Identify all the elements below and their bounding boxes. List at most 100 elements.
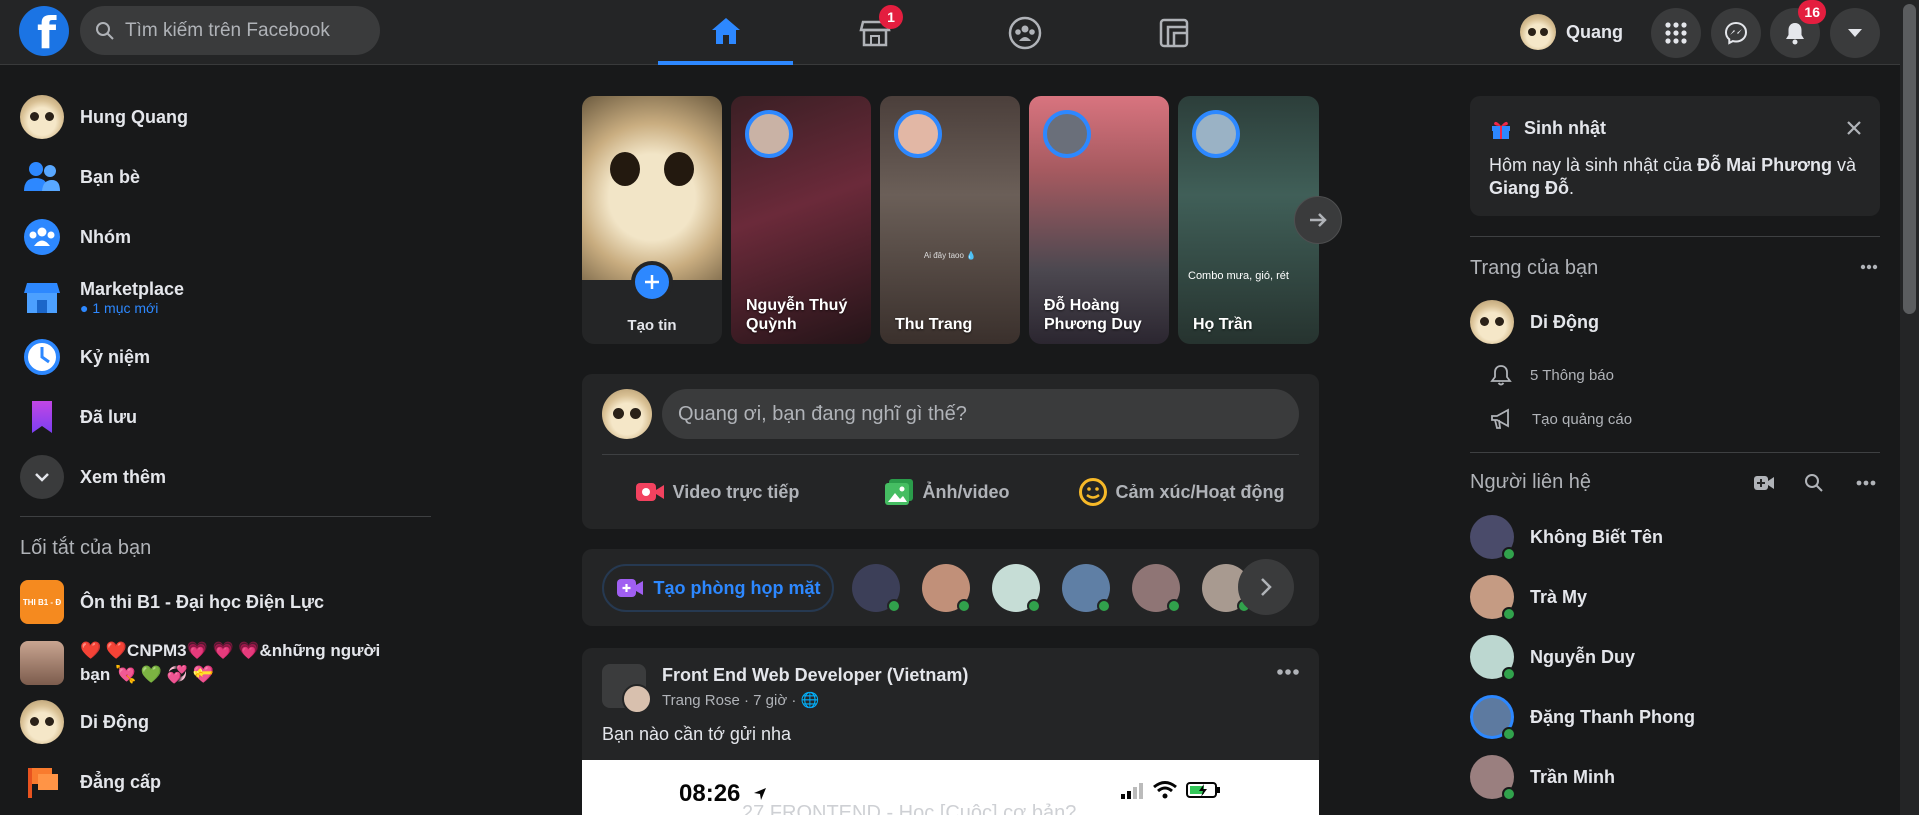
sidebar-item-label: Marketplace bbox=[80, 278, 185, 299]
shortcut-item[interactable]: ❤️ ❤️CNPM3💗 💗 💗&những người bạn 💘 💚 💞 💝 bbox=[10, 633, 430, 693]
new-room-icon[interactable] bbox=[1753, 475, 1775, 491]
photo-icon bbox=[885, 479, 914, 505]
search-input[interactable] bbox=[125, 6, 365, 55]
contact-item[interactable]: Trà My bbox=[1470, 572, 1587, 622]
story-card[interactable]: Nguyễn Thuý Quỳnh bbox=[731, 96, 871, 344]
stories-next-button[interactable] bbox=[1294, 196, 1342, 244]
post-text: Bạn nào cần tớ gửi nha bbox=[602, 724, 791, 744]
grid-menu-icon bbox=[1665, 22, 1687, 44]
feeling-activity-button[interactable]: Cảm xúc/Hoạt động bbox=[1062, 468, 1302, 516]
page-notifications-link[interactable]: 5 Thông báo bbox=[1490, 360, 1614, 390]
online-indicator bbox=[1167, 599, 1181, 613]
sidebar-item-saved[interactable]: Đã lưu bbox=[10, 388, 430, 446]
post-meta: Trang Rose · 7 giờ · 🌐 bbox=[662, 692, 820, 709]
room-contact-avatar[interactable] bbox=[922, 564, 971, 613]
story-avatar bbox=[1043, 110, 1091, 158]
author-avatar[interactable] bbox=[622, 684, 652, 714]
more-options-icon[interactable] bbox=[1856, 480, 1876, 486]
photo-video-label: Ảnh/video bbox=[922, 481, 1010, 502]
contact-name: Trần Minh bbox=[1530, 766, 1615, 787]
shortcut-item[interactable]: THI B1 - Đ Ôn thi B1 - Đại học Điện Lực bbox=[10, 573, 430, 631]
feeling-activity-label: Cảm xúc/Hoạt động bbox=[1115, 481, 1285, 502]
contact-item[interactable]: Đặng Thanh Phong bbox=[1470, 692, 1695, 742]
contact-item[interactable]: Trần Minh bbox=[1470, 752, 1615, 802]
shortcut-label: Di Động bbox=[80, 711, 149, 732]
contact-name: Đặng Thanh Phong bbox=[1530, 706, 1695, 727]
create-story-label: Tạo tin bbox=[627, 317, 677, 334]
live-video-label: Video trực tiếp bbox=[672, 481, 800, 502]
search-box[interactable] bbox=[80, 6, 380, 55]
sidebar-item-marketplace[interactable]: Marketplace ● 1 mục mới bbox=[10, 268, 430, 326]
birthday-title: Sinh nhật bbox=[1524, 118, 1606, 138]
post-composer: Video trực tiếp Ảnh/video Cảm xúc/Hoạt đ… bbox=[582, 374, 1319, 529]
composer-input[interactable] bbox=[662, 389, 1299, 439]
rooms-next-button[interactable] bbox=[1238, 559, 1294, 615]
create-story-photo bbox=[582, 96, 722, 280]
page-notifications-label: 5 Thông báo bbox=[1530, 366, 1614, 384]
facebook-logo[interactable]: f bbox=[19, 6, 69, 59]
chevron-down-icon bbox=[35, 473, 49, 482]
contact-item[interactable]: Không Biết Tên bbox=[1470, 512, 1663, 562]
more-options-icon[interactable] bbox=[1276, 668, 1300, 676]
profile-name: Quang bbox=[1566, 21, 1623, 42]
tab-groups[interactable] bbox=[957, 0, 1092, 65]
story-card[interactable]: Ai đây taoo 💧 Thu Trang bbox=[880, 96, 1020, 344]
tab-gaming[interactable] bbox=[1106, 0, 1241, 65]
add-story-button[interactable] bbox=[631, 261, 673, 303]
shortcut-item[interactable]: Di Động bbox=[10, 693, 430, 751]
story-avatar bbox=[745, 110, 793, 158]
shortcut-thumbnail-text: THI B1 - Đ bbox=[22, 597, 62, 607]
memories-icon bbox=[24, 339, 60, 375]
your-pages-title: Trang của bạn bbox=[1470, 257, 1599, 279]
contact-item[interactable]: Nguyễn Duy bbox=[1470, 632, 1635, 682]
sidebar-item-friends[interactable]: Bạn bè bbox=[10, 148, 430, 206]
sidebar-item-memories[interactable]: Kỷ niệm bbox=[10, 328, 430, 386]
sidebar-item-groups[interactable]: Nhóm bbox=[10, 208, 430, 266]
composer-divider bbox=[602, 454, 1299, 455]
sidebar-item-label: Xem thêm bbox=[80, 466, 167, 487]
flag-icon bbox=[28, 768, 58, 798]
search-contacts-icon[interactable] bbox=[1804, 473, 1824, 493]
story-card[interactable]: Đỗ Hoàng Phương Duy bbox=[1029, 96, 1169, 344]
post-image[interactable]: 08:26 27 FRONTEND - Học [Cuộc] cơ bản? bbox=[582, 760, 1319, 815]
logo-letter: f bbox=[37, 8, 57, 59]
create-room-button[interactable]: Tạo phòng họp mặt bbox=[602, 564, 834, 612]
tab-home[interactable] bbox=[658, 0, 793, 65]
room-contact-avatar[interactable] bbox=[1132, 564, 1181, 613]
messenger-button[interactable] bbox=[1711, 8, 1761, 58]
sidebar-item-see-more[interactable]: Xem thêm bbox=[10, 448, 430, 506]
tab-marketplace[interactable]: 1 bbox=[807, 0, 942, 65]
marketplace-sub-label: 1 mục mới bbox=[92, 299, 159, 316]
create-ad-link[interactable]: Tạo quảng cáo bbox=[1490, 404, 1632, 434]
create-story-card[interactable]: Tạo tin bbox=[582, 96, 722, 344]
shortcut-label: ❤️ ❤️CNPM3💗 💗 💗&những người bạn 💘 💚 💞 💝 bbox=[80, 641, 381, 684]
bell-outline-icon bbox=[1490, 365, 1512, 386]
more-options-icon[interactable] bbox=[1860, 264, 1878, 270]
shortcut-item[interactable]: Đẳng cấp bbox=[10, 753, 430, 811]
location-arrow-icon bbox=[754, 788, 766, 800]
birthday-text-suffix: . bbox=[1569, 178, 1575, 198]
story-caption: Ai đây taoo 💧 bbox=[923, 251, 977, 260]
close-birthday-button[interactable] bbox=[1846, 120, 1862, 141]
sidebar-item-profile[interactable]: Hung Quang bbox=[10, 88, 430, 146]
page-scrollbar[interactable] bbox=[1900, 0, 1919, 815]
video-plus-icon bbox=[616, 579, 643, 597]
contact-name: Trà My bbox=[1530, 586, 1588, 607]
menu-button[interactable] bbox=[1651, 8, 1701, 58]
account-menu-button[interactable] bbox=[1830, 8, 1880, 58]
notifications-button[interactable]: 16 bbox=[1770, 0, 1826, 58]
story-author: Đỗ Hoàng Phương Duy bbox=[1044, 297, 1142, 333]
room-contact-avatar[interactable] bbox=[852, 564, 901, 613]
scrollbar-thumb[interactable] bbox=[1903, 4, 1916, 314]
birthday-person-1[interactable]: Đỗ Mai Phương bbox=[1697, 155, 1832, 175]
photo-video-button[interactable]: Ảnh/video bbox=[832, 468, 1062, 516]
online-indicator bbox=[957, 599, 971, 613]
profile-chip[interactable]: Quang bbox=[1520, 10, 1623, 54]
page-item[interactable]: Di Động bbox=[1470, 297, 1599, 347]
live-video-button[interactable]: Video trực tiếp bbox=[602, 468, 832, 516]
room-contact-avatar[interactable] bbox=[1062, 564, 1111, 613]
post-group-name[interactable]: Front End Web Developer (Vietnam) bbox=[662, 665, 968, 686]
contact-name: Không Biết Tên bbox=[1530, 526, 1663, 547]
room-contact-avatar[interactable] bbox=[992, 564, 1041, 613]
birthday-person-2[interactable]: Giang Đỗ bbox=[1489, 178, 1569, 198]
